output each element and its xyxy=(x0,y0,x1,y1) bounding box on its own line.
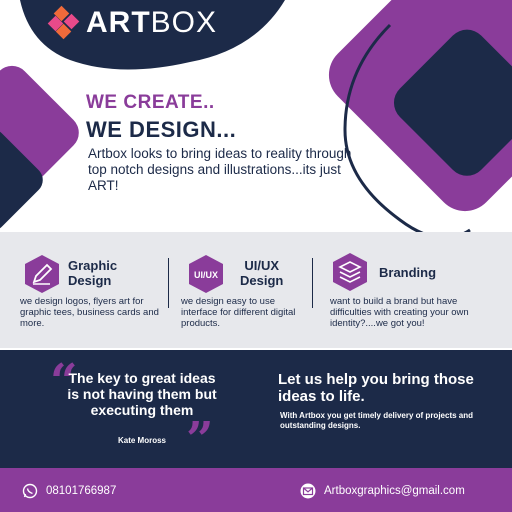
email-address: Artboxgraphics@gmail.com xyxy=(324,485,465,497)
service-divider xyxy=(312,258,313,308)
help-subtitle: With Artbox you get timely delivery of p… xyxy=(280,411,473,430)
email-contact[interactable]: Artboxgraphics@gmail.com xyxy=(300,483,465,499)
brand-logo: ARTBOX xyxy=(47,5,218,40)
service-title-branding: Branding xyxy=(379,265,437,280)
headline-create: WE CREATE.. xyxy=(86,92,215,113)
phone-number: 08101766987 xyxy=(46,485,117,497)
service-title-graphic: Graphic Design xyxy=(68,258,118,288)
logo-mark-icon xyxy=(47,5,82,40)
headline-design: WE DESIGN... xyxy=(86,117,237,142)
quote-text: The key to great ideas is not having the… xyxy=(67,370,217,418)
services-section: Graphic Design we design logos, flyers a… xyxy=(0,232,512,348)
mail-icon xyxy=(300,483,316,499)
service-desc-uiux: we design easy to use interface for diff… xyxy=(181,296,296,329)
phone-contact[interactable]: 08101766987 xyxy=(22,483,116,499)
service-title-uiux: UI/UX Design xyxy=(240,258,284,288)
service-divider xyxy=(168,258,169,308)
intro-text: Artbox looks to bring ideas to reality t… xyxy=(88,146,352,193)
whatsapp-icon xyxy=(22,483,38,499)
pen-hexagon-icon xyxy=(25,255,59,293)
brand-name: ARTBOX xyxy=(86,6,218,39)
help-title: Let us help you bring those ideas to lif… xyxy=(278,371,474,405)
service-desc-graphic: we design logos, flyers art for graphic … xyxy=(20,296,159,329)
service-desc-branding: want to build a brand but have difficult… xyxy=(330,296,469,329)
layers-hexagon-icon xyxy=(333,253,367,291)
quote-author: Kate Moross xyxy=(117,436,166,445)
uiux-hexagon-icon: UI/UX xyxy=(189,255,223,293)
uiux-icon-label: UI/UX xyxy=(194,270,218,280)
